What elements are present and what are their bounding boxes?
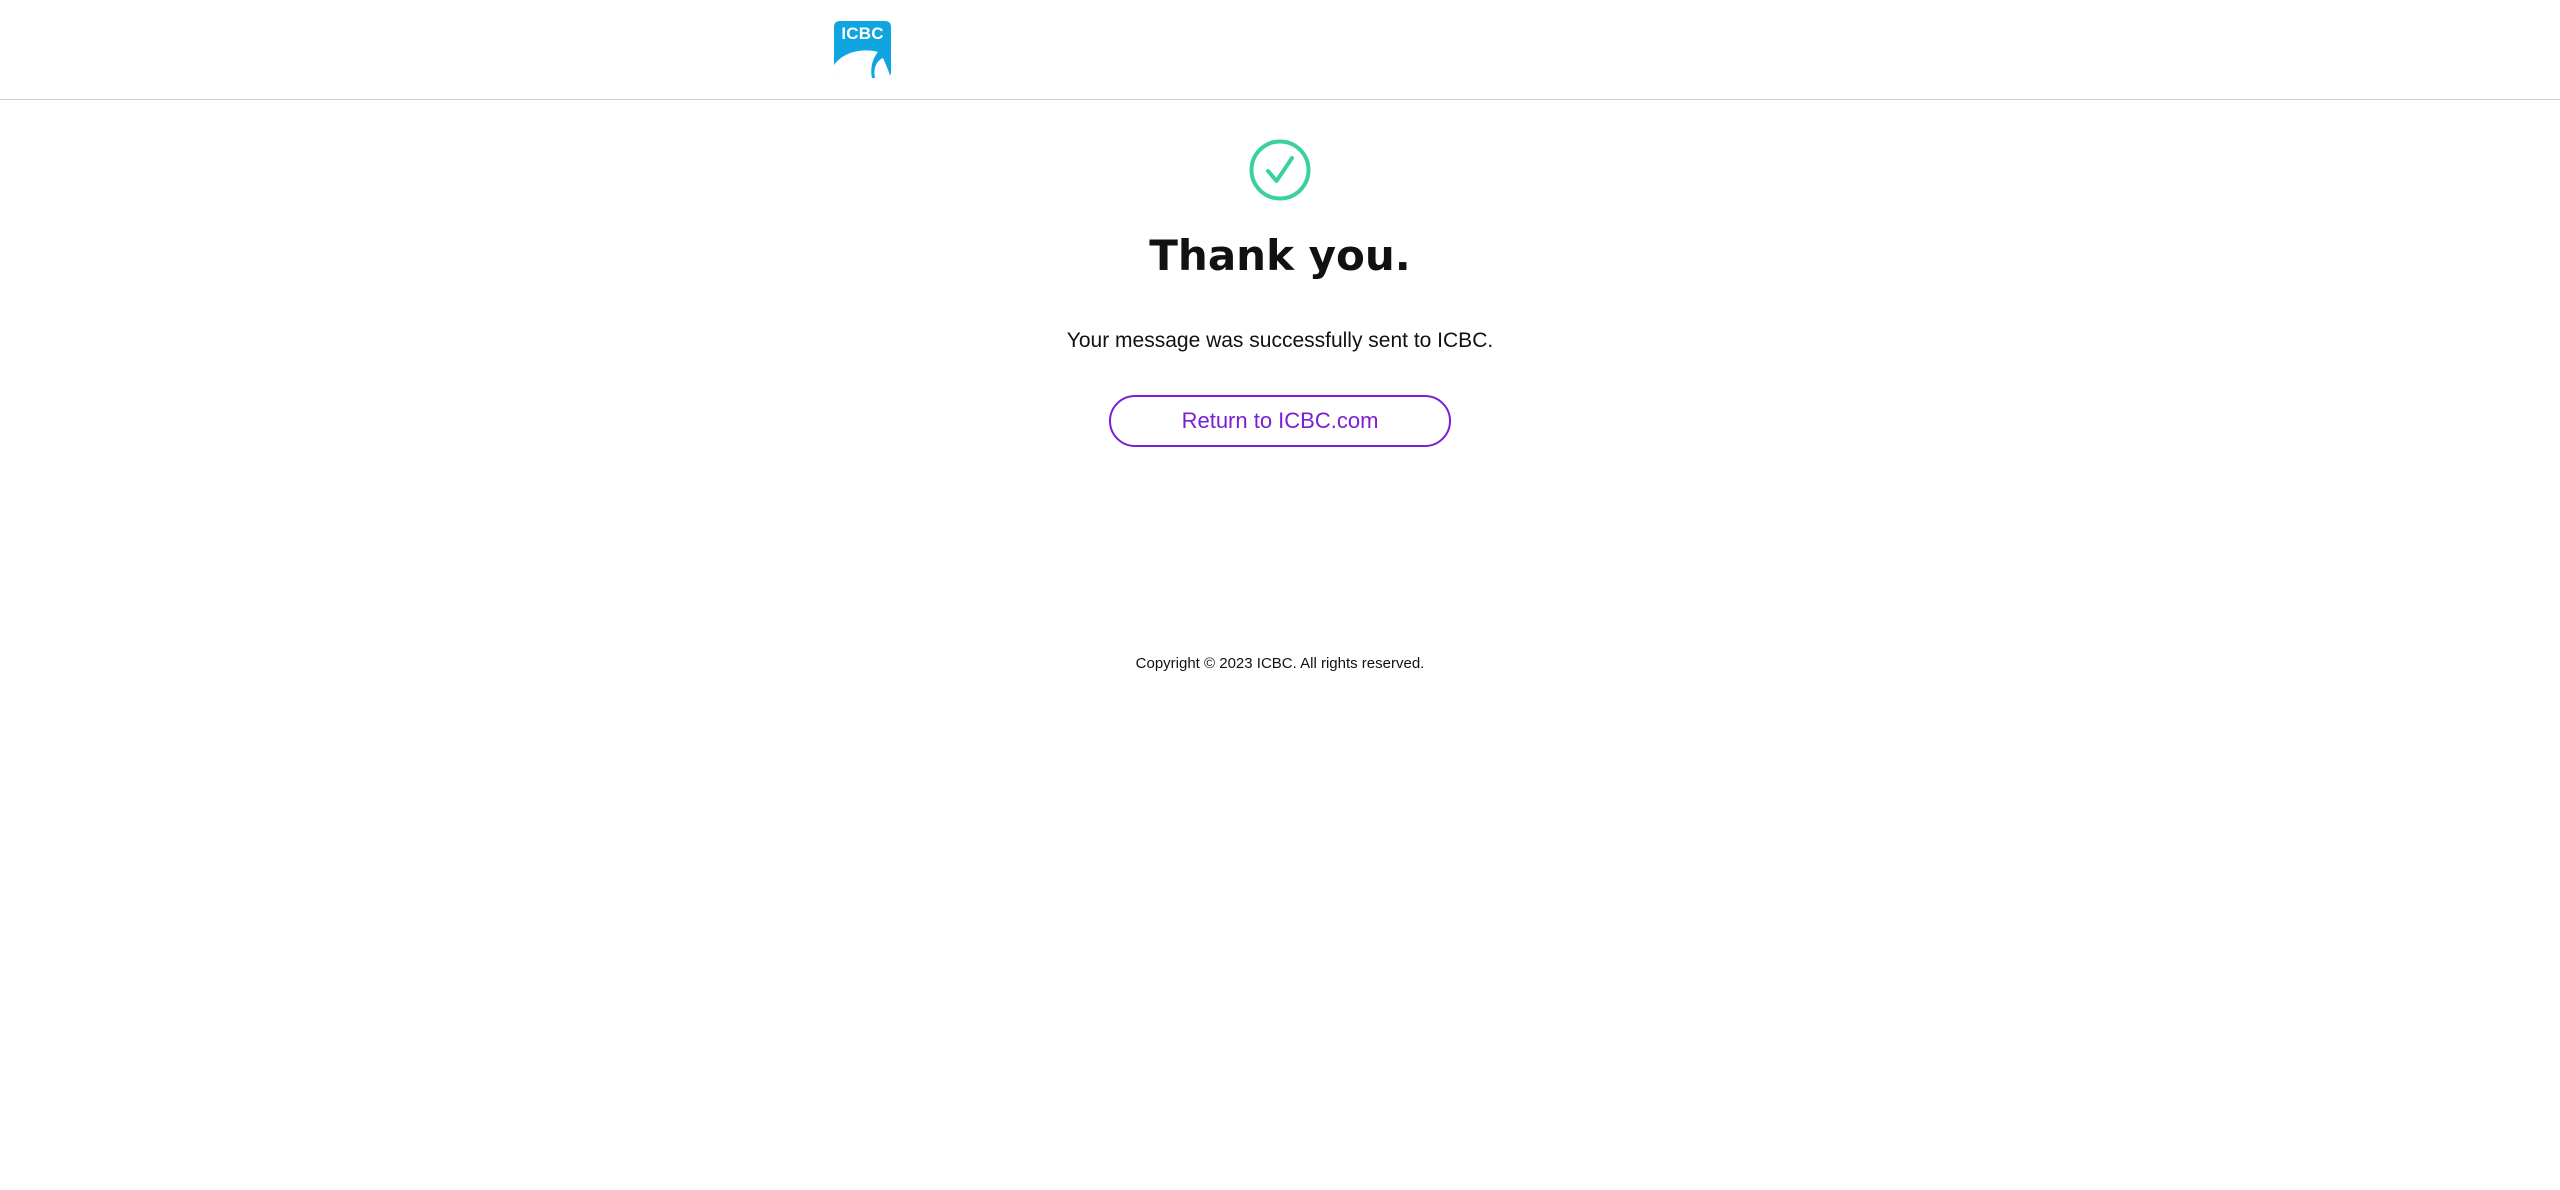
- success-message: Your message was successfully sent to IC…: [1066, 329, 1494, 352]
- page-title: Thank you.: [1149, 231, 1411, 280]
- return-to-icbc-button[interactable]: Return to ICBC.com: [1109, 395, 1451, 447]
- check-circle-icon: [1249, 139, 1311, 201]
- site-header: ICBC: [0, 0, 2560, 100]
- footer-copyright: Copyright © 2023 ICBC. All rights reserv…: [1135, 655, 1425, 672]
- icbc-logo-link[interactable]: ICBC: [834, 21, 891, 78]
- logo-text: ICBC: [841, 24, 884, 43]
